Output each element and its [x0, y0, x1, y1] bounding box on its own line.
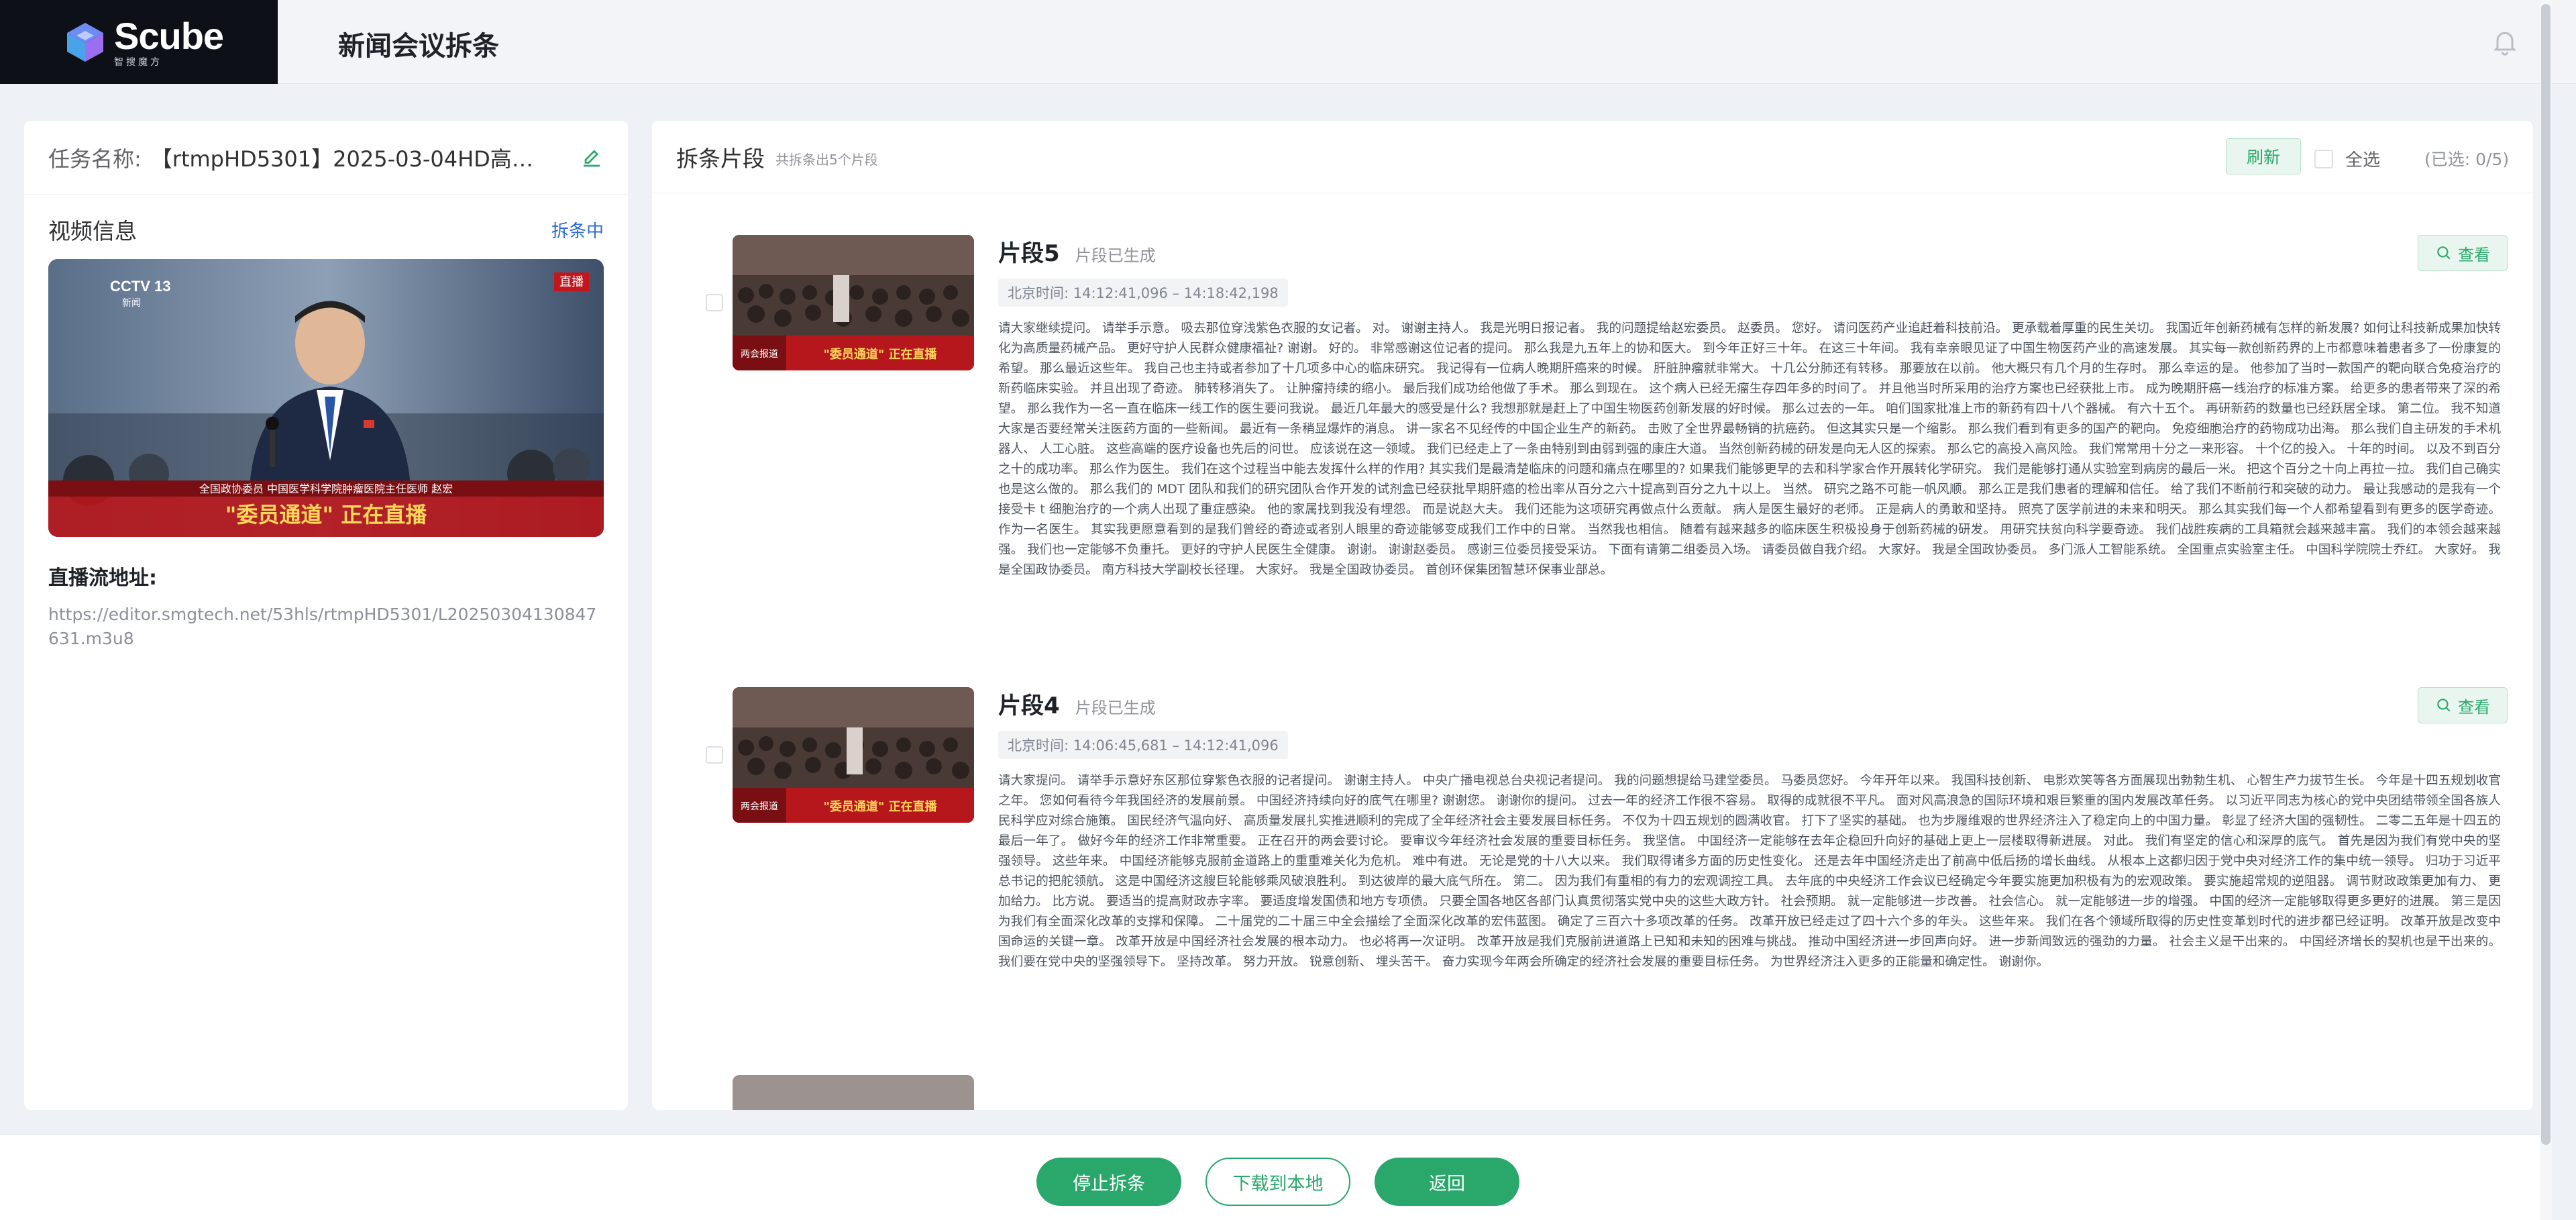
view-button-label: 查看 [2458, 245, 2490, 264]
task-name-value: 【rtmpHD5301】2025-03-04HD高清... [150, 146, 553, 172]
segment-checkbox[interactable] [706, 294, 723, 311]
segments-header: 拆条片段 共拆条出5个片段 刷新 全选 (已选: 0/5) [652, 121, 2533, 193]
back-button[interactable]: 返回 [1375, 1158, 1519, 1206]
thumb-tag: 两会报道 [741, 801, 778, 812]
task-name-label: 任务名称: [48, 146, 142, 172]
segment-name: 片段4 [998, 693, 1060, 719]
task-name-row: 任务名称: 【rtmpHD5301】2025-03-04HD高清... [24, 121, 628, 195]
channel-logo: CCTV 13 [110, 278, 170, 295]
channel-sub: 新闻 [122, 298, 141, 309]
logo[interactable]: Scube 智搜魔方 [0, 0, 278, 84]
video-preview[interactable]: 全国政协委员 中国医学科学院肿瘤医院主任医师 赵宏 "委员通道" 正在直播 CC… [48, 259, 604, 537]
stop-split-button[interactable]: 停止拆条 [1036, 1158, 1181, 1206]
cube-logo-icon [64, 21, 106, 63]
selected-count: (已选: 0/5) [2424, 150, 2510, 169]
video-info-title: 视频信息 [48, 218, 137, 244]
stream-url-label: 直播流地址: [48, 566, 157, 590]
stream-url[interactable]: https://editor.smgtech.net/53hls/rtmpHD5… [48, 603, 604, 651]
segment-time: 北京时间: 14:06:45,681 – 14:12:41,096 [998, 731, 1288, 759]
view-button-label: 查看 [2458, 697, 2490, 717]
video-banner-big: "委员通道" 正在直播 [225, 502, 427, 527]
select-all-label: 全选 [2345, 150, 2381, 170]
action-footer: 停止拆条 下载到本地 返回 [0, 1134, 2540, 1220]
split-status-badge: 拆条中 [551, 221, 604, 242]
segment-name: 片段5 [998, 240, 1060, 267]
segments-title: 拆条片段 [676, 145, 765, 172]
search-icon [2437, 699, 2451, 712]
app-header: Scube 智搜魔方 新闻会议拆条 [0, 0, 2576, 84]
segment-transcript: 请大家继续提问。 请举手示意。 吸去那位穿浅紫色衣服的女记者。 对。 谢谢主持人… [998, 321, 2501, 577]
refresh-button[interactable]: 刷新 [2226, 138, 2301, 174]
select-all-checkbox[interactable] [2314, 149, 2333, 168]
download-button[interactable]: 下载到本地 [1205, 1158, 1350, 1206]
bell-icon[interactable] [2490, 27, 2520, 56]
view-button[interactable]: 查看 [2418, 687, 2508, 723]
thumb-tag: 两会报道 [741, 349, 778, 360]
segment-status: 片段已生成 [1075, 699, 1156, 717]
segment-checkbox[interactable] [706, 746, 723, 764]
logo-subtitle: 智搜魔方 [114, 56, 162, 68]
scrollbar-thumb[interactable] [2541, 4, 2551, 1145]
search-icon [2437, 246, 2451, 260]
edit-icon[interactable] [580, 146, 604, 170]
task-info-panel: 任务名称: 【rtmpHD5301】2025-03-04HD高清... 视频信息… [24, 121, 628, 1110]
live-badge: 直播 [559, 275, 584, 289]
segment-status: 片段已生成 [1075, 246, 1156, 265]
segment-thumbnail[interactable]: 两会报道 "委员通道" 正在直播 [733, 235, 974, 370]
thumb-banner: "委员通道" 正在直播 [823, 799, 937, 814]
logo-name: Scube [114, 14, 224, 57]
thumb-banner: "委员通道" 正在直播 [823, 347, 937, 362]
segment-time: 北京时间: 14:12:41,096 – 14:18:42,198 [998, 278, 1288, 307]
view-button[interactable]: 查看 [2418, 235, 2508, 271]
segments-count: 共拆条出5个片段 [775, 152, 878, 168]
select-all[interactable]: 全选 [2314, 146, 2380, 171]
page-title: 新闻会议拆条 [338, 31, 499, 62]
segments-panel: 拆条片段 共拆条出5个片段 刷新 全选 (已选: 0/5) 两会报道 "委员通道… [652, 121, 2533, 1110]
segment-thumbnail[interactable]: 两会报道 "委员通道" 正在直播 [733, 687, 974, 823]
next-segment-thumbnail-peek [733, 1075, 974, 1110]
video-banner-small: 全国政协委员 中国医学科学院肿瘤医院主任医师 赵宏 [199, 482, 453, 495]
segment-transcript: 请大家提问。 请举手示意好东区那位穿紫色衣服的记者提问。 谢谢主持人。 中央广播… [998, 774, 2502, 969]
